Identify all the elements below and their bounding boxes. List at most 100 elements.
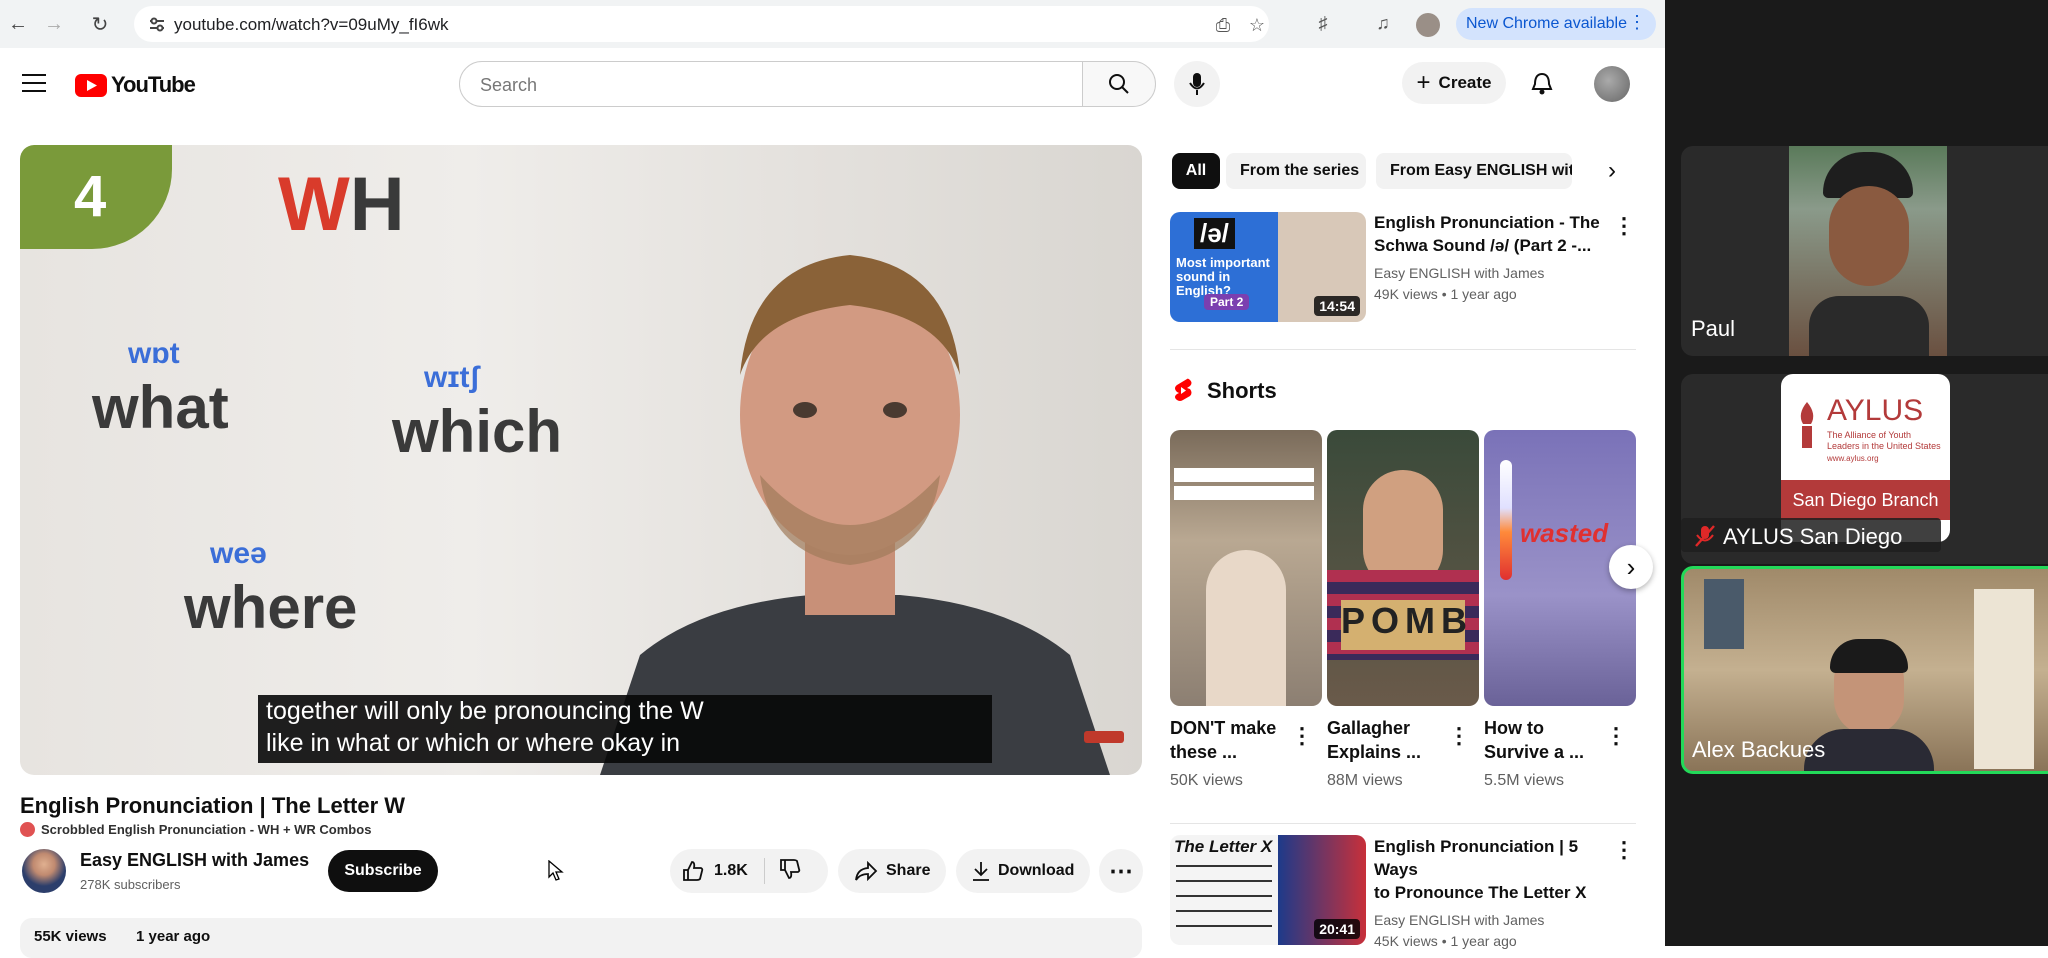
like-dislike-group: 1.8K	[670, 849, 828, 893]
participant-name: Paul	[1691, 316, 1736, 341]
slide-number: 4	[74, 164, 107, 229]
torch-icon	[1800, 402, 1814, 448]
share-button[interactable]: Share	[838, 849, 947, 893]
chip-all[interactable]: All	[1172, 153, 1220, 189]
participant-tile-aylus[interactable]: AYLUS The Alliance of Youth Leaders in t…	[1681, 374, 2048, 564]
org-tagline: The Alliance of Youth Leaders in the Uni…	[1827, 430, 1941, 451]
more-vert-icon[interactable]: ⋮	[1291, 723, 1313, 748]
subscriber-count: 278K subscribers	[80, 877, 181, 892]
download-icon	[973, 862, 989, 881]
download-button[interactable]: Download	[956, 849, 1091, 893]
extensions-icon[interactable]: ♯	[1312, 12, 1334, 34]
site-settings-icon[interactable]	[148, 16, 166, 32]
youtube-logo[interactable]: YouTube	[75, 72, 196, 98]
thumb-caption-bar	[1174, 486, 1314, 500]
lastfm-icon	[20, 822, 35, 837]
search-input[interactable]: Search	[459, 61, 1083, 107]
recommendation-channel: Easy ENGLISH with James	[1374, 912, 1545, 928]
video-shirt	[1809, 296, 1929, 356]
short-title[interactable]: How to Survive a ...	[1484, 716, 1594, 764]
bookmark-star-icon[interactable]: ☆	[1246, 14, 1268, 36]
chip-all-label: All	[1185, 162, 1207, 179]
participant-video	[1789, 146, 1947, 356]
channel-name[interactable]: Easy ENGLISH with James	[80, 850, 309, 871]
notifications-bell-icon[interactable]	[1531, 72, 1553, 96]
new-chrome-button[interactable]: New Chrome available ⋮	[1456, 8, 1656, 40]
thumb-caption-bar	[1174, 468, 1314, 482]
url-text: youtube.com/watch?v=09uMy_fI6wk	[174, 15, 449, 34]
search-button[interactable]	[1082, 61, 1156, 107]
video-duration: 20:41	[1314, 919, 1360, 939]
create-button[interactable]: + Create	[1402, 62, 1506, 104]
media-control-icon[interactable]: ♫	[1372, 12, 1394, 34]
subscribe-button[interactable]: Subscribe	[328, 850, 438, 892]
chips-next-chevron-icon[interactable]: ›	[1594, 153, 1630, 189]
more-vert-icon[interactable]: ⋮	[1448, 723, 1470, 748]
slide-heading-accent: W	[278, 162, 350, 247]
install-app-icon[interactable]: ⎙	[1212, 14, 1234, 36]
participant-name: Alex Backues	[1692, 737, 1826, 762]
more-vert-icon[interactable]: ⋮	[1613, 213, 1635, 238]
participant-tile-alex[interactable]: Alex Backues	[1681, 566, 2048, 774]
recommendation-channel: Easy ENGLISH with James	[1374, 265, 1545, 281]
recommendation-title-line-1: English Pronunciation - The	[1374, 213, 1600, 232]
recommendation-info[interactable]: English Pronunciation | 5 Ways to Pronou…	[1374, 835, 1614, 952]
recommendation-info[interactable]: English Pronunciation - The Schwa Sound …	[1374, 211, 1614, 305]
word-which: which	[392, 398, 563, 465]
video-hair	[1830, 639, 1908, 673]
share-label: Share	[886, 862, 931, 879]
short-views: 88M views	[1327, 772, 1403, 789]
thumb-meter	[1500, 460, 1512, 580]
chip-from-channel-label: From Easy ENGLISH with	[1390, 162, 1572, 179]
chip-from-channel[interactable]: From Easy ENGLISH with	[1376, 153, 1572, 189]
video-player[interactable]: 4 WH wɒt what wɪtʃ which weə where toget…	[20, 145, 1142, 775]
subscribe-label: Subscribe	[344, 862, 422, 879]
recommendation-thumbnail[interactable]: The Letter X 20:41	[1170, 835, 1366, 945]
ipa-what: wɒt	[128, 337, 180, 370]
zoom-participant-panel: Paul AYLUS The Alliance of Youth Leaders…	[1665, 0, 2048, 946]
short-title-line-1: DON'T make	[1170, 718, 1277, 738]
recommendation-title-line-2: to Pronounce The Letter X	[1374, 883, 1587, 902]
forward-icon[interactable]: →	[40, 10, 68, 38]
like-button[interactable]: 1.8K	[682, 858, 765, 884]
account-avatar[interactable]	[1594, 66, 1630, 102]
more-horiz-icon: ⋯	[1109, 857, 1133, 885]
scrobble-status: Scrobbled English Pronunciation - WH + W…	[20, 822, 371, 837]
short-title-line-2: Survive a ...	[1484, 742, 1585, 762]
back-icon[interactable]: ←	[4, 10, 32, 38]
dislike-button[interactable]	[765, 858, 801, 885]
thumb-text: POMB	[1341, 600, 1467, 650]
short-title[interactable]: Gallagher Explains ...	[1327, 716, 1437, 764]
short-title-line-2: these ...	[1170, 742, 1238, 762]
more-vert-icon[interactable]: ⋮	[1605, 723, 1627, 748]
participant-tile-paul[interactable]: Paul	[1681, 146, 2048, 356]
profile-avatar[interactable]	[1416, 13, 1440, 37]
aylus-logo-card: AYLUS The Alliance of Youth Leaders in t…	[1781, 374, 1950, 542]
address-bar[interactable]: youtube.com/watch?v=09uMy_fI6wk ⎙ ☆	[134, 6, 1269, 42]
voice-search-button[interactable]	[1174, 61, 1220, 107]
description-box[interactable]: 55K views 1 year ago	[20, 918, 1142, 958]
caption-line-2: like in what or which or where okay in	[266, 729, 681, 757]
reload-icon[interactable]: ↻	[86, 10, 114, 38]
recommendation-thumbnail[interactable]: /ə/ Most important sound in English? Par…	[1170, 212, 1366, 322]
thumb-text: wasted	[1520, 518, 1609, 548]
recommendation-title-line-2: Schwa Sound /ə/ (Part 2 -...	[1374, 236, 1592, 255]
recommendation-title-line-1: English Pronunciation | 5 Ways	[1374, 837, 1579, 879]
chip-from-series[interactable]: From the series	[1226, 153, 1366, 189]
search-placeholder: Search	[480, 75, 538, 95]
short-views: 5.5M views	[1484, 772, 1565, 789]
shorts-icon	[1175, 378, 1192, 401]
share-icon	[855, 861, 878, 881]
short-thumbnail[interactable]	[1170, 430, 1322, 706]
more-actions-button[interactable]: ⋯	[1099, 849, 1143, 893]
thumb-part: Part 2	[1204, 294, 1250, 310]
word-what: what	[92, 374, 229, 441]
short-title[interactable]: DON'T make these ...	[1170, 716, 1280, 764]
youtube-logo-text: YouTube	[111, 72, 196, 97]
hamburger-menu-icon[interactable]	[22, 73, 46, 93]
short-title-line-2: Explains ...	[1327, 742, 1422, 762]
shorts-next-chevron-icon[interactable]: ›	[1609, 545, 1653, 589]
short-thumbnail[interactable]: POMB	[1327, 430, 1479, 706]
more-vert-icon[interactable]: ⋮	[1613, 837, 1635, 862]
channel-avatar[interactable]	[22, 849, 66, 893]
